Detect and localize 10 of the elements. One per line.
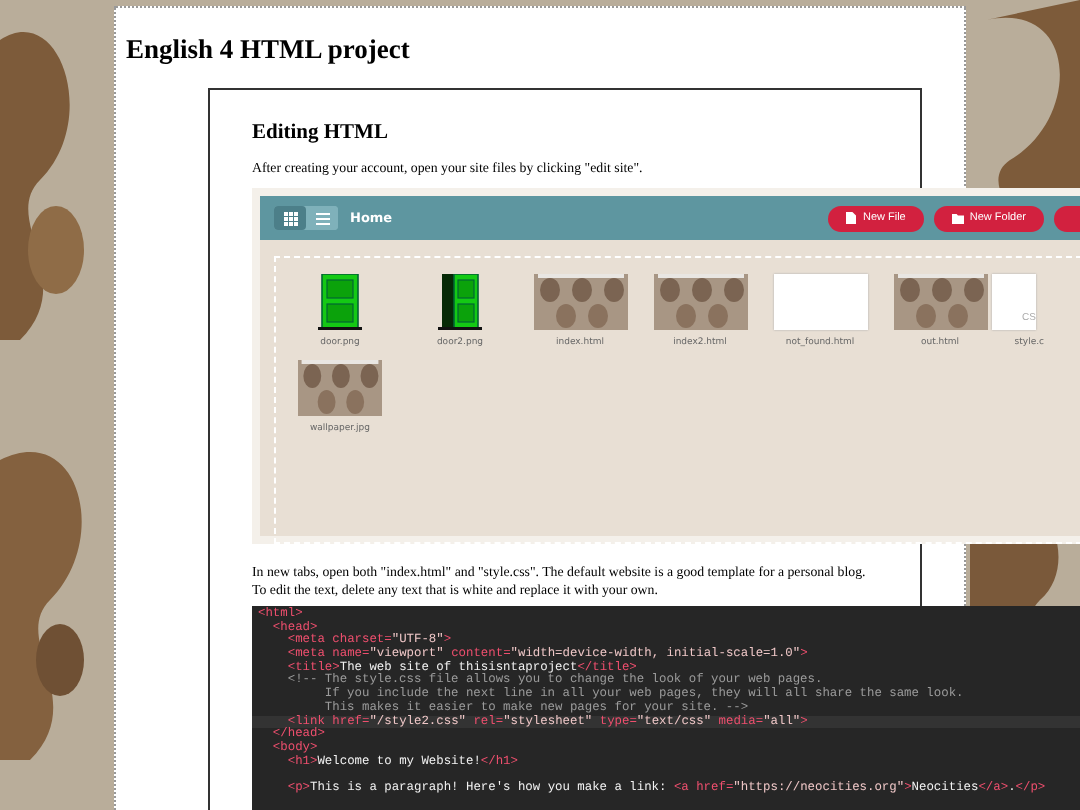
page-thumbnail xyxy=(773,274,867,330)
page-title: English 4 HTML project xyxy=(124,32,412,66)
door-icon xyxy=(312,274,368,330)
door-icon xyxy=(432,274,488,330)
grid-view-button[interactable] xyxy=(274,206,306,230)
list-icon xyxy=(315,211,329,225)
section-heading: Editing HTML xyxy=(252,122,390,144)
grid-icon xyxy=(283,211,297,225)
folder-icon xyxy=(951,213,964,223)
file-icon xyxy=(846,212,857,224)
